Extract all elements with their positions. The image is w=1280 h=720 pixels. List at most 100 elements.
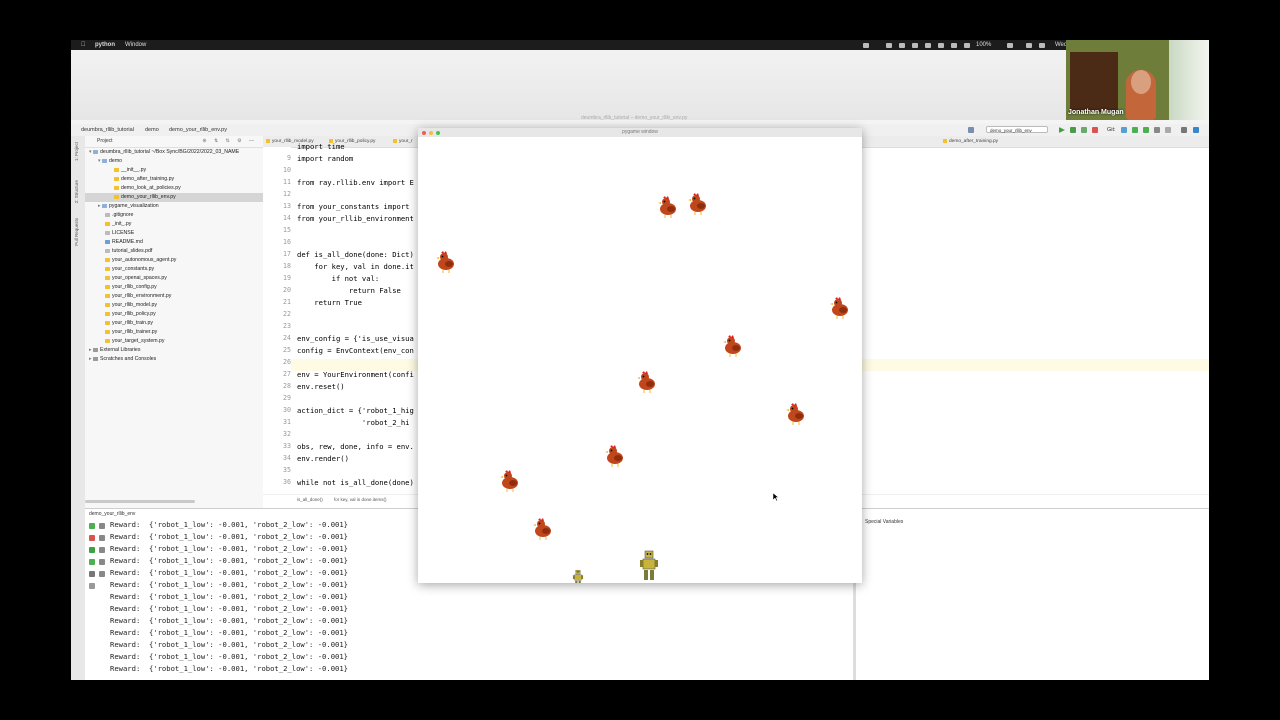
app-menu[interactable]: python	[95, 40, 115, 50]
code-line[interactable]: 'robot_2_hi	[297, 418, 410, 427]
wrap-icon[interactable]	[99, 523, 105, 529]
breadcrumb-function[interactable]: is_all_done()	[297, 497, 323, 502]
tree-item[interactable]: your_rllib_train.py	[85, 319, 263, 328]
code-line[interactable]: from your_constants import	[297, 202, 410, 211]
python-console-icon[interactable]	[99, 559, 105, 565]
project-view-select[interactable]: Project	[97, 138, 113, 144]
tree-item[interactable]: your_target_system.py	[85, 337, 263, 346]
pygame-window[interactable]: pygame window	[418, 128, 862, 583]
rerun-icon[interactable]	[89, 523, 95, 529]
tree-item[interactable]: ▸ Scratches and Consoles	[85, 355, 263, 364]
history-icon[interactable]	[99, 571, 105, 577]
tree-item[interactable]: your_rllib_model.py	[85, 301, 263, 310]
tree-item[interactable]: your_rllib_policy.py	[85, 310, 263, 319]
code-line[interactable]: config = EnvContext(env_con	[297, 346, 414, 355]
dropbox-icon[interactable]	[899, 42, 905, 48]
tree-item[interactable]: your_openai_spaces.py	[85, 274, 263, 283]
structure-tool-tab[interactable]: 2: Structure	[74, 180, 81, 203]
code-line[interactable]: for key, val in done.it	[297, 262, 414, 271]
tree-item[interactable]: tutorial_slides.pdf	[85, 247, 263, 256]
console-icon[interactable]	[89, 559, 95, 565]
window-menu[interactable]: Window	[125, 40, 146, 50]
search-icon[interactable]	[1026, 42, 1032, 48]
tree-item[interactable]: LICENSE	[85, 229, 263, 238]
tree-item[interactable]: ▾ demo	[85, 157, 263, 166]
pull-requests-tool-tab[interactable]: Pull Requests	[74, 218, 81, 246]
code-line[interactable]: env = YourEnvironment(confi	[297, 370, 414, 379]
run-icon[interactable]	[1059, 127, 1065, 133]
tree-item[interactable]: your_rllib_environment.py	[85, 292, 263, 301]
git-update-icon[interactable]	[1121, 127, 1127, 133]
battery-icon[interactable]	[1007, 42, 1013, 48]
tree-item[interactable]: ▸ pygame_visualization	[85, 202, 263, 211]
git-commit-icon[interactable]	[1132, 127, 1138, 133]
cloud-icon[interactable]	[886, 42, 892, 48]
tree-item[interactable]: __init__.py	[85, 166, 263, 175]
tree-item[interactable]: your_rllib_trainer.py	[85, 328, 263, 337]
game-canvas[interactable]	[418, 137, 862, 583]
tree-item[interactable]: your_autonomous_agent.py	[85, 256, 263, 265]
scroll-end-icon[interactable]	[99, 535, 105, 541]
code-line[interactable]: obs, rew, done, info = env.	[297, 442, 414, 451]
add-icon[interactable]	[89, 583, 95, 589]
user-icon[interactable]	[968, 127, 974, 133]
tree-item[interactable]: ▸ External Libraries	[85, 346, 263, 355]
tree-item[interactable]: your_constants.py	[85, 265, 263, 274]
rollback-icon[interactable]	[1165, 127, 1171, 133]
code-line[interactable]: import time	[297, 142, 345, 151]
code-line[interactable]: env.render()	[297, 454, 349, 463]
code-line[interactable]: def is_all_done(done: Dict)	[297, 250, 414, 259]
wifi-icon[interactable]	[1039, 42, 1045, 48]
tree-item[interactable]: your_rllib_config.py	[85, 283, 263, 292]
crumb-file[interactable]: demo_your_rllib_env.py	[169, 124, 227, 136]
stop-icon[interactable]	[1092, 127, 1098, 133]
special-variables[interactable]: Special Variables	[865, 519, 903, 525]
volume-icon[interactable]	[964, 42, 970, 48]
minimize-button[interactable]	[429, 130, 433, 135]
code-line[interactable]: import random	[297, 154, 353, 163]
code-line[interactable]: env_config = {'is_use_visua	[297, 334, 414, 343]
tree-item[interactable]: _init_.py	[85, 220, 263, 229]
code-line[interactable]: from ray.rllib.env import E	[297, 178, 414, 187]
run-tab[interactable]: demo_your_rllib_env	[89, 509, 135, 519]
code-line[interactable]: return False	[297, 286, 401, 295]
bluetooth-icon[interactable]	[951, 42, 957, 48]
coverage-icon[interactable]	[1081, 127, 1087, 133]
power-icon[interactable]	[863, 42, 869, 48]
code-line[interactable]: env.reset()	[297, 382, 345, 391]
settings-icon[interactable]	[89, 571, 95, 577]
resume-icon[interactable]	[89, 547, 95, 553]
project-tool-tab[interactable]: 1: Project	[74, 142, 81, 161]
display-icon[interactable]	[938, 42, 944, 48]
tree-item[interactable]: demo_after_training.py	[85, 175, 263, 184]
run-configuration-select[interactable]: demo_your_rllib_env	[986, 126, 1048, 133]
tree-item[interactable]: .gitignore	[85, 211, 263, 220]
code-line[interactable]: return True	[297, 298, 362, 307]
tree-item[interactable]: demo_look_at_policies.py	[85, 184, 263, 193]
tab-demo-after-training[interactable]: demo_after_training.py	[943, 136, 998, 147]
record-icon[interactable]	[925, 42, 931, 48]
stop-icon[interactable]	[89, 535, 95, 541]
tree-item[interactable]: ▾ deumbra_rllib_tutorial ~/Box Sync/BG/2…	[85, 148, 263, 157]
close-button[interactable]	[422, 130, 426, 135]
console-output[interactable]: Reward: {'robot_1_low': -0.001, 'robot_2…	[110, 519, 348, 675]
tab-your-r[interactable]: your_r	[393, 136, 413, 147]
search-everywhere-icon[interactable]	[1181, 127, 1187, 133]
project-panel-tools[interactable]: ⊕ ⇅ ⇅ ⚙ —	[202, 136, 257, 147]
code-line[interactable]: from your_rllib_environment	[297, 214, 414, 223]
code-line[interactable]: while not is_all_done(done)	[297, 478, 414, 487]
tree-item[interactable]: demo_your_rllib_env.py	[85, 193, 263, 202]
zoom-button[interactable]	[436, 130, 440, 135]
settings-icon[interactable]	[1193, 127, 1199, 133]
history-icon[interactable]	[1154, 127, 1160, 133]
breadcrumb-loop[interactable]: for key, val in done.items()	[334, 497, 386, 502]
battery-percent[interactable]: 100%	[976, 40, 991, 50]
code-line[interactable]: action_dict = {'robot_1_hig	[297, 406, 414, 415]
code-line[interactable]: if not val:	[297, 274, 380, 283]
crumb-project[interactable]: deumbra_rllib_tutorial	[81, 124, 134, 136]
tree-item[interactable]: README.md	[85, 238, 263, 247]
settings-icon[interactable]	[912, 42, 918, 48]
crumb-folder[interactable]: demo	[145, 124, 159, 136]
apple-icon[interactable]: 	[81, 40, 86, 50]
git-push-icon[interactable]	[1143, 127, 1149, 133]
